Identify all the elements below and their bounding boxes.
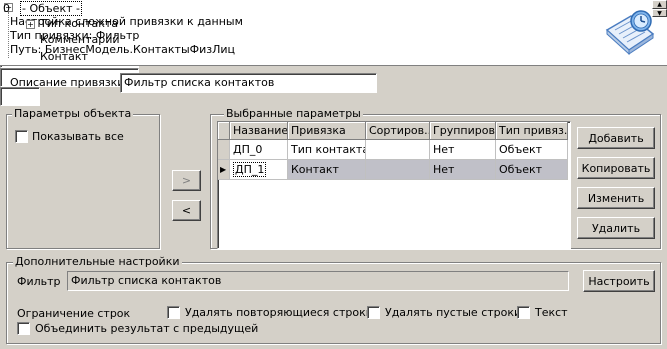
table-cell[interactable]: Нет [430,160,496,180]
move-left-button[interactable]: < [172,200,201,221]
table-cell[interactable]: Тип контакта [288,140,366,160]
data-binding-icon [605,10,655,56]
description-input[interactable]: Фильтр списка контактов [120,73,377,93]
tree-root[interactable]: - Объект - [20,1,82,16]
row-indicator [218,140,230,160]
text-checkbox[interactable] [517,306,530,319]
remove-duplicates-checkbox[interactable] [167,306,180,319]
table-cell[interactable]: ДП_0 [230,140,288,160]
remove-empty-label: Удалять пустые строки [385,306,522,319]
table-cell[interactable] [366,160,430,180]
spin-down-icon[interactable]: ▼ [652,8,667,17]
table-cell[interactable]: Объект [496,140,568,160]
filter-field: Фильтр списка контактов [67,271,569,291]
binding-settings-window: Настройка сложной привязки к данным Тип … [0,0,667,349]
grid-indicator-header [218,122,230,140]
table-cell-focused[interactable]: ДП_1 [233,162,267,177]
table-cell[interactable]: Нет [430,140,496,160]
column-header-name[interactable]: Название [230,122,288,140]
current-row-marker-icon: ▶ [218,160,230,180]
table-cell[interactable]: Контакт [288,160,366,180]
tree-line [8,12,9,58]
column-header-binding[interactable]: Привязка [288,122,366,140]
delete-button[interactable]: Удалить [577,217,655,239]
move-right-button[interactable]: > [172,170,201,191]
selected-params-title: Выбранные параметры [224,107,363,120]
remove-duplicates-label: Удалять повторяющиеся строки [185,306,373,319]
show-all-label: Показывать все [32,130,124,143]
row-limit-label: Ограничение строк [17,307,131,320]
merge-previous-checkbox[interactable] [17,322,30,335]
description-label: Описание привязки [10,76,125,89]
copy-button[interactable]: Копировать [577,157,655,179]
tree-node-contact[interactable]: Контакт [40,50,88,63]
column-header-group[interactable]: Группиров... [430,122,496,140]
text-label: Текст [535,306,568,319]
object-params-title: Параметры объекта [12,107,134,120]
configure-button[interactable]: Настроить [583,270,655,292]
tree-node-comment[interactable]: Комментарий [40,33,120,46]
additional-settings-title: Дополнительные настройки [13,255,182,268]
expand-icon[interactable]: + [26,20,35,29]
edit-button[interactable]: Изменить [577,187,655,209]
spin-up-icon[interactable]: ▲ [652,0,667,9]
show-all-checkbox[interactable] [15,130,28,143]
filter-label: Фильтр [17,275,61,288]
remove-empty-checkbox[interactable] [367,306,380,319]
row-limit-input[interactable]: 0 ▲ ▼ [0,0,667,106]
selected-params-grid[interactable]: Название Привязка Сортиров... Группиров.… [217,121,571,249]
column-header-type[interactable]: Тип привяз... [496,122,568,140]
table-cell[interactable]: Объект [496,160,568,180]
column-header-sort[interactable]: Сортиров... [366,122,430,140]
row-limit-value[interactable]: 0 [3,2,10,15]
add-button[interactable]: Добавить [577,127,655,149]
table-cell[interactable] [366,140,430,160]
tree-node-contact-type[interactable]: Тип контакта [40,17,118,30]
row-limit-spin-buttons[interactable]: ▲ ▼ [651,0,667,17]
merge-previous-label: Объединить результат с предыдущей [35,322,259,335]
table-cell[interactable]: ДП_1 [230,160,288,180]
